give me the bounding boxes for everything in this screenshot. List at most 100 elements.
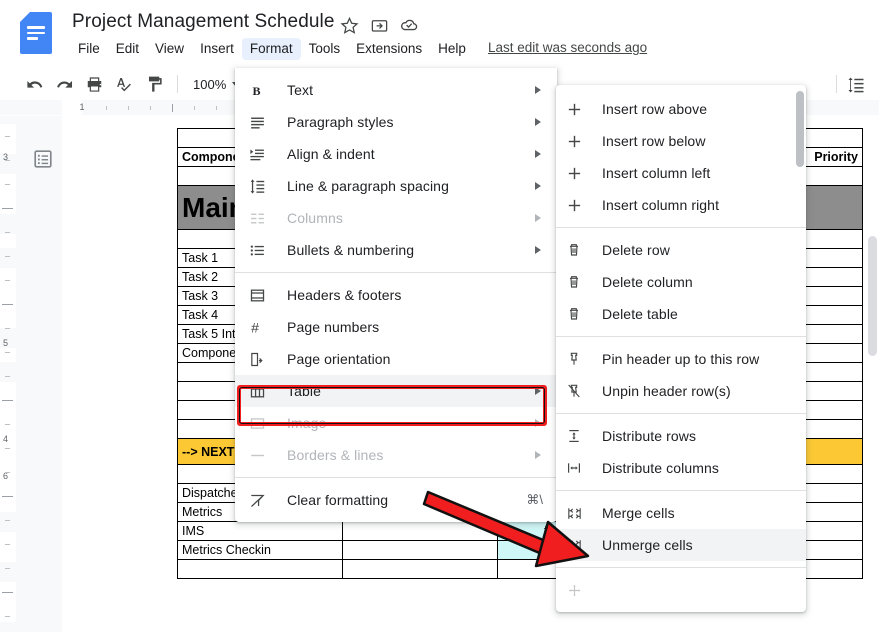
table-submenu-label-unpin-header: Unpin header row(s) <box>602 383 731 399</box>
menu-file[interactable]: File <box>70 38 108 60</box>
format-menu-item-paragraph-styles[interactable]: Paragraph styles <box>235 106 557 138</box>
format-menu-item-text[interactable]: B Text <box>235 74 557 106</box>
table-submenu-label-pin-header: Pin header up to this row <box>602 351 759 367</box>
table-submenu-item-insert-row-below[interactable]: Insert row below <box>556 125 806 157</box>
table-submenu-item-delete-table[interactable]: Delete table <box>556 298 806 330</box>
table-submenu-label-insert-column-right: Insert column right <box>602 197 719 213</box>
format-menu-item-page-numbers[interactable]: # Page numbers <box>235 311 557 343</box>
submenu-scrollbar[interactable] <box>796 91 804 167</box>
line-spacing-icon[interactable] <box>845 74 867 96</box>
table-submenu-label-merge-cells: Merge cells <box>602 505 675 521</box>
toolbar-divider <box>177 75 178 93</box>
print-icon[interactable] <box>80 70 108 98</box>
format-menu-item-headers-footers[interactable]: Headers & footers <box>235 279 557 311</box>
table-submenu-item-delete-row[interactable]: Delete row <box>556 234 806 266</box>
paragraph-styles-icon <box>249 114 273 131</box>
table-cell[interactable] <box>178 560 343 579</box>
trash-icon <box>566 274 590 290</box>
pin-icon <box>566 351 590 367</box>
vertical-ruler[interactable]: 3 4 5 6 <box>0 116 16 632</box>
table-cell[interactable] <box>343 522 498 541</box>
document-outline-icon[interactable] <box>30 146 56 172</box>
table-submenu-label-delete-table: Delete table <box>602 306 678 322</box>
submenu-divider-4 <box>556 490 806 491</box>
page-numbers-hash-icon: # <box>249 319 273 336</box>
menu-help[interactable]: Help <box>430 38 474 60</box>
table-submenu-label-insert-column-left: Insert column left <box>602 165 710 181</box>
unmerge-cells-icon <box>566 537 590 554</box>
chevron-right-icon <box>535 86 541 94</box>
table-submenu-item-insert-column-left[interactable]: Insert column left <box>556 157 806 189</box>
chevron-right-icon <box>535 419 541 427</box>
chevron-right-icon <box>535 246 541 254</box>
format-menu-item-bullets-numbering[interactable]: Bullets & numbering <box>235 234 557 266</box>
format-menu-item-align-indent[interactable]: Align & indent <box>235 138 557 170</box>
table-submenu-item-unmerge-cells[interactable]: Unmerge cells <box>556 529 806 561</box>
table-cell[interactable] <box>343 560 498 579</box>
table-submenu-item-distribute-rows[interactable]: Distribute rows <box>556 420 806 452</box>
table-submenu-item-delete-column[interactable]: Delete column <box>556 266 806 298</box>
move-to-folder-icon[interactable] <box>368 14 390 36</box>
table-submenu-panel[interactable]: Insert row above Insert row below Insert… <box>556 85 806 612</box>
cloud-saved-icon[interactable] <box>398 14 420 36</box>
split-cell-icon <box>566 582 590 599</box>
chevron-right-icon <box>535 387 541 395</box>
vruler-number-5: 5 <box>3 338 8 348</box>
bold-B-icon: B <box>249 82 273 99</box>
undo-icon[interactable] <box>20 70 48 98</box>
distribute-rows-icon <box>566 428 590 444</box>
paint-format-icon[interactable] <box>140 70 168 98</box>
table-cell[interactable]: IMS <box>178 522 343 541</box>
format-menu-label-paragraph-styles: Paragraph styles <box>287 114 394 130</box>
format-menu-label-borders-lines: Borders & lines <box>287 447 383 463</box>
star-icon[interactable] <box>338 14 360 36</box>
menubar: File Edit View Insert Format Tools Exten… <box>70 38 474 60</box>
table-submenu-label-insert-row-above: Insert row above <box>602 101 707 117</box>
format-menu-item-clear-formatting[interactable]: Clear formatting ⌘\ <box>235 484 557 516</box>
spellcheck-icon[interactable] <box>110 70 138 98</box>
format-menu-accel-clear-formatting: ⌘\ <box>526 492 543 508</box>
menu-edit[interactable]: Edit <box>108 38 147 60</box>
menu-tools[interactable]: Tools <box>301 38 349 60</box>
menu-insert[interactable]: Insert <box>192 38 242 60</box>
chevron-right-icon <box>535 182 541 190</box>
docs-logo-icon[interactable] <box>20 12 52 54</box>
redo-icon[interactable] <box>50 70 78 98</box>
submenu-divider-3 <box>556 413 806 414</box>
page-title[interactable]: Project Management Schedule <box>68 9 339 35</box>
menu-extensions[interactable]: Extensions <box>348 38 430 60</box>
google-docs-window: Project Management Schedule File Edit Vi… <box>0 0 879 632</box>
borders-lines-icon <box>249 447 273 464</box>
table-submenu-item-insert-row-above[interactable]: Insert row above <box>556 93 806 125</box>
table-cell[interactable] <box>343 541 498 560</box>
menu-divider-2 <box>235 477 557 478</box>
unpin-icon <box>566 383 590 399</box>
plus-icon <box>566 197 590 214</box>
last-edit-link[interactable]: Last edit was seconds ago <box>488 40 647 55</box>
vruler-number-4: 4 <box>3 434 8 444</box>
table-submenu-item-distribute-columns[interactable]: Distribute columns <box>556 452 806 484</box>
zoom-value: 100% <box>193 77 226 92</box>
menu-view[interactable]: View <box>147 38 192 60</box>
format-menu-item-line-spacing[interactable]: Line & paragraph spacing <box>235 170 557 202</box>
submenu-divider-2 <box>556 336 806 337</box>
plus-icon <box>566 133 590 150</box>
table-submenu-item-insert-column-right[interactable]: Insert column right <box>556 189 806 221</box>
menu-format[interactable]: Format <box>242 38 301 60</box>
table-submenu-item-merge-cells[interactable]: Merge cells <box>556 497 806 529</box>
document-vertical-scrollbar[interactable] <box>868 236 877 356</box>
format-menu-label-bullets-numbering: Bullets & numbering <box>287 242 414 258</box>
table-submenu-item-unpin-header[interactable]: Unpin header row(s) <box>556 375 806 407</box>
document-gutter <box>16 116 62 632</box>
plus-icon <box>566 101 590 118</box>
merge-cells-icon <box>566 505 590 522</box>
table-submenu-item-pin-header[interactable]: Pin header up to this row <box>556 343 806 375</box>
app-header: Project Management Schedule File Edit Vi… <box>0 0 879 68</box>
format-menu-panel[interactable]: B Text Paragraph styles Align & indent L… <box>235 68 557 522</box>
table-submenu-label-delete-column: Delete column <box>602 274 693 290</box>
format-menu-item-image: Image <box>235 407 557 439</box>
format-menu-item-page-orientation[interactable]: Page orientation <box>235 343 557 375</box>
table-cell[interactable]: Metrics Checkin <box>178 541 343 560</box>
format-menu-label-table: Table <box>287 383 321 399</box>
format-menu-item-table[interactable]: Table <box>235 375 557 407</box>
